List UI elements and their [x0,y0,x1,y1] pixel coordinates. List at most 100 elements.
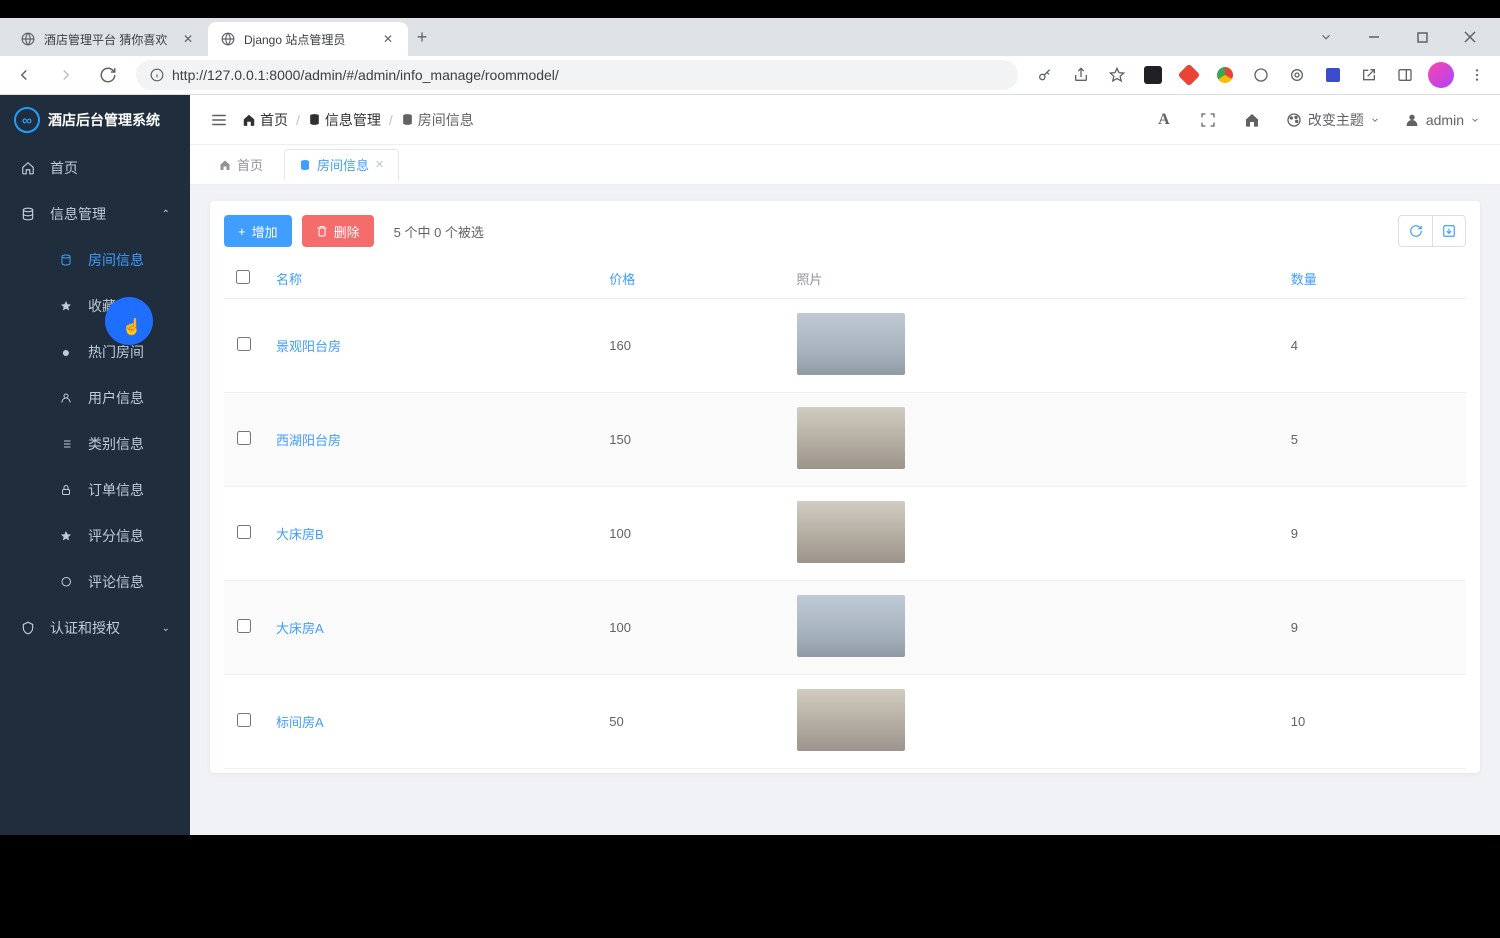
column-header-quantity[interactable]: 数量 [1279,259,1466,299]
refresh-button[interactable] [1398,215,1432,247]
sidebar-item-auth[interactable]: 认证和授权 ⌄ [0,605,190,651]
row-checkbox[interactable] [237,525,251,539]
room-image [797,595,905,657]
close-icon[interactable]: ✕ [375,158,384,171]
room-quantity: 10 [1279,675,1466,769]
room-image [797,501,905,563]
app-title: 酒店后台管理系统 [48,110,160,130]
sidebar-item-hot-rooms[interactable]: ● 热门房间 [20,329,190,375]
sidebar-item-label: 类别信息 [88,434,144,454]
sidebar-item-user-info[interactable]: 用户信息 [20,375,190,421]
room-price: 100 [597,487,784,581]
star-icon [58,300,74,312]
row-checkbox[interactable] [237,337,251,351]
list-icon [58,438,74,450]
sidebar-item-label: 首页 [50,158,78,178]
selection-count: 5 个中 0 个被选 [394,222,484,241]
sidebar-item-rating-info[interactable]: 评分信息 [20,513,190,559]
breadcrumb-separator: / [389,112,393,128]
url-bar[interactable]: http://127.0.0.1:8000/admin/#/admin/info… [136,60,1018,90]
column-header-name[interactable]: 名称 [264,259,597,299]
sidebar-item-favorite-info[interactable]: 收藏信息 ☝ [20,283,190,329]
sidepanel-icon[interactable] [1392,62,1418,88]
font-icon[interactable]: A [1154,110,1174,130]
room-name-link[interactable]: 大床房A [276,621,324,636]
forward-button[interactable] [52,61,80,89]
tab-room-info[interactable]: 房间信息 ✕ [284,149,399,181]
window-minimize-icon[interactable] [1360,23,1388,51]
user-dropdown[interactable]: admin [1404,112,1480,128]
sidebar-item-label: 评论信息 [88,572,144,592]
sidebar-item-home[interactable]: 首页 [0,145,190,191]
delete-button[interactable]: 删除 [302,215,374,247]
close-icon[interactable]: ✕ [180,31,196,47]
add-button[interactable]: + 增加 [224,215,292,247]
theme-dropdown[interactable]: 改变主题 [1286,110,1380,130]
column-header-price[interactable]: 价格 [597,259,784,299]
room-name-link[interactable]: 西湖阳台房 [276,433,341,448]
table-row: 大床房A1009 [224,581,1466,675]
extension-icon[interactable] [1320,62,1346,88]
room-name-link[interactable]: 大床房B [276,527,324,542]
table-row: 西湖阳台房1505 [224,393,1466,487]
room-name-link[interactable]: 景观阳台房 [276,339,341,354]
dot-icon: ● [58,344,74,360]
room-quantity: 4 [1279,299,1466,393]
sidebar-item-comment-info[interactable]: 评论信息 [20,559,190,605]
sidebar-item-category-info[interactable]: 类别信息 [20,421,190,467]
hamburger-icon[interactable] [210,111,228,129]
page-tabs: 首页 房间信息 ✕ [190,145,1500,185]
row-checkbox[interactable] [237,619,251,633]
window-maximize-icon[interactable] [1408,23,1436,51]
user-icon [1404,112,1420,128]
export-button[interactable] [1432,215,1466,247]
star-icon [58,530,74,542]
extension-icon[interactable] [1140,62,1166,88]
row-checkbox[interactable] [237,713,251,727]
chevron-down-icon: ⌄ [162,623,170,634]
lock-icon [58,484,74,496]
key-icon[interactable] [1032,62,1058,88]
chevron-down-icon[interactable] [1312,23,1340,51]
reload-button[interactable] [94,61,122,89]
extension-icon[interactable] [1284,62,1310,88]
profile-avatar[interactable] [1428,62,1454,88]
sidebar-item-order-info[interactable]: 订单信息 [20,467,190,513]
extensions-menu-icon[interactable] [1356,62,1382,88]
menu-icon[interactable] [1464,62,1490,88]
table-row: 标间房A5010 [224,675,1466,769]
window-close-icon[interactable] [1456,23,1484,51]
room-name-link[interactable]: 标间房A [276,715,324,730]
back-button[interactable] [10,61,38,89]
extension-icon[interactable] [1248,62,1274,88]
extension-icon[interactable] [1212,62,1238,88]
info-icon [150,68,164,82]
home-icon [20,161,36,175]
sidebar-item-label: 订单信息 [88,480,144,500]
fullscreen-icon[interactable] [1198,110,1218,130]
trash-icon [316,225,328,237]
row-checkbox[interactable] [237,431,251,445]
select-all-checkbox[interactable] [236,270,250,284]
new-tab-button[interactable]: + [408,23,436,51]
room-table: 名称 价格 照片 数量 景观阳台房1604西湖阳台房1505大床房B1009大床… [224,259,1466,769]
browser-tab-active[interactable]: Django 站点管理员 ✕ [208,22,408,56]
extension-icon[interactable] [1176,62,1202,88]
url-text: http://127.0.0.1:8000/admin/#/admin/info… [172,67,559,83]
breadcrumb: 首页 / 信息管理 / 房间信息 [242,110,474,130]
app-logo: ∞ 酒店后台管理系统 [0,95,190,145]
sidebar-item-label: 用户信息 [88,388,144,408]
breadcrumb-home[interactable]: 首页 [242,110,288,130]
tab-home[interactable]: 首页 [204,149,278,181]
sidebar: ∞ 酒店后台管理系统 首页 信息管理 ⌃ 房间信息 收藏信息 ☝ ● [0,95,190,835]
sidebar-item-info-manage[interactable]: 信息管理 ⌃ [0,191,190,237]
sidebar-item-room-info[interactable]: 房间信息 [20,237,190,283]
breadcrumb-section[interactable]: 信息管理 [308,110,381,130]
close-icon[interactable]: ✕ [380,31,396,47]
star-icon[interactable] [1104,62,1130,88]
browser-tab-inactive[interactable]: 酒店管理平台 猜你喜欢 ✕ [8,22,208,56]
sidebar-item-label: 热门房间 [88,342,144,362]
share-icon[interactable] [1068,62,1094,88]
sidebar-item-label: 认证和授权 [50,618,120,638]
home-icon[interactable] [1242,110,1262,130]
